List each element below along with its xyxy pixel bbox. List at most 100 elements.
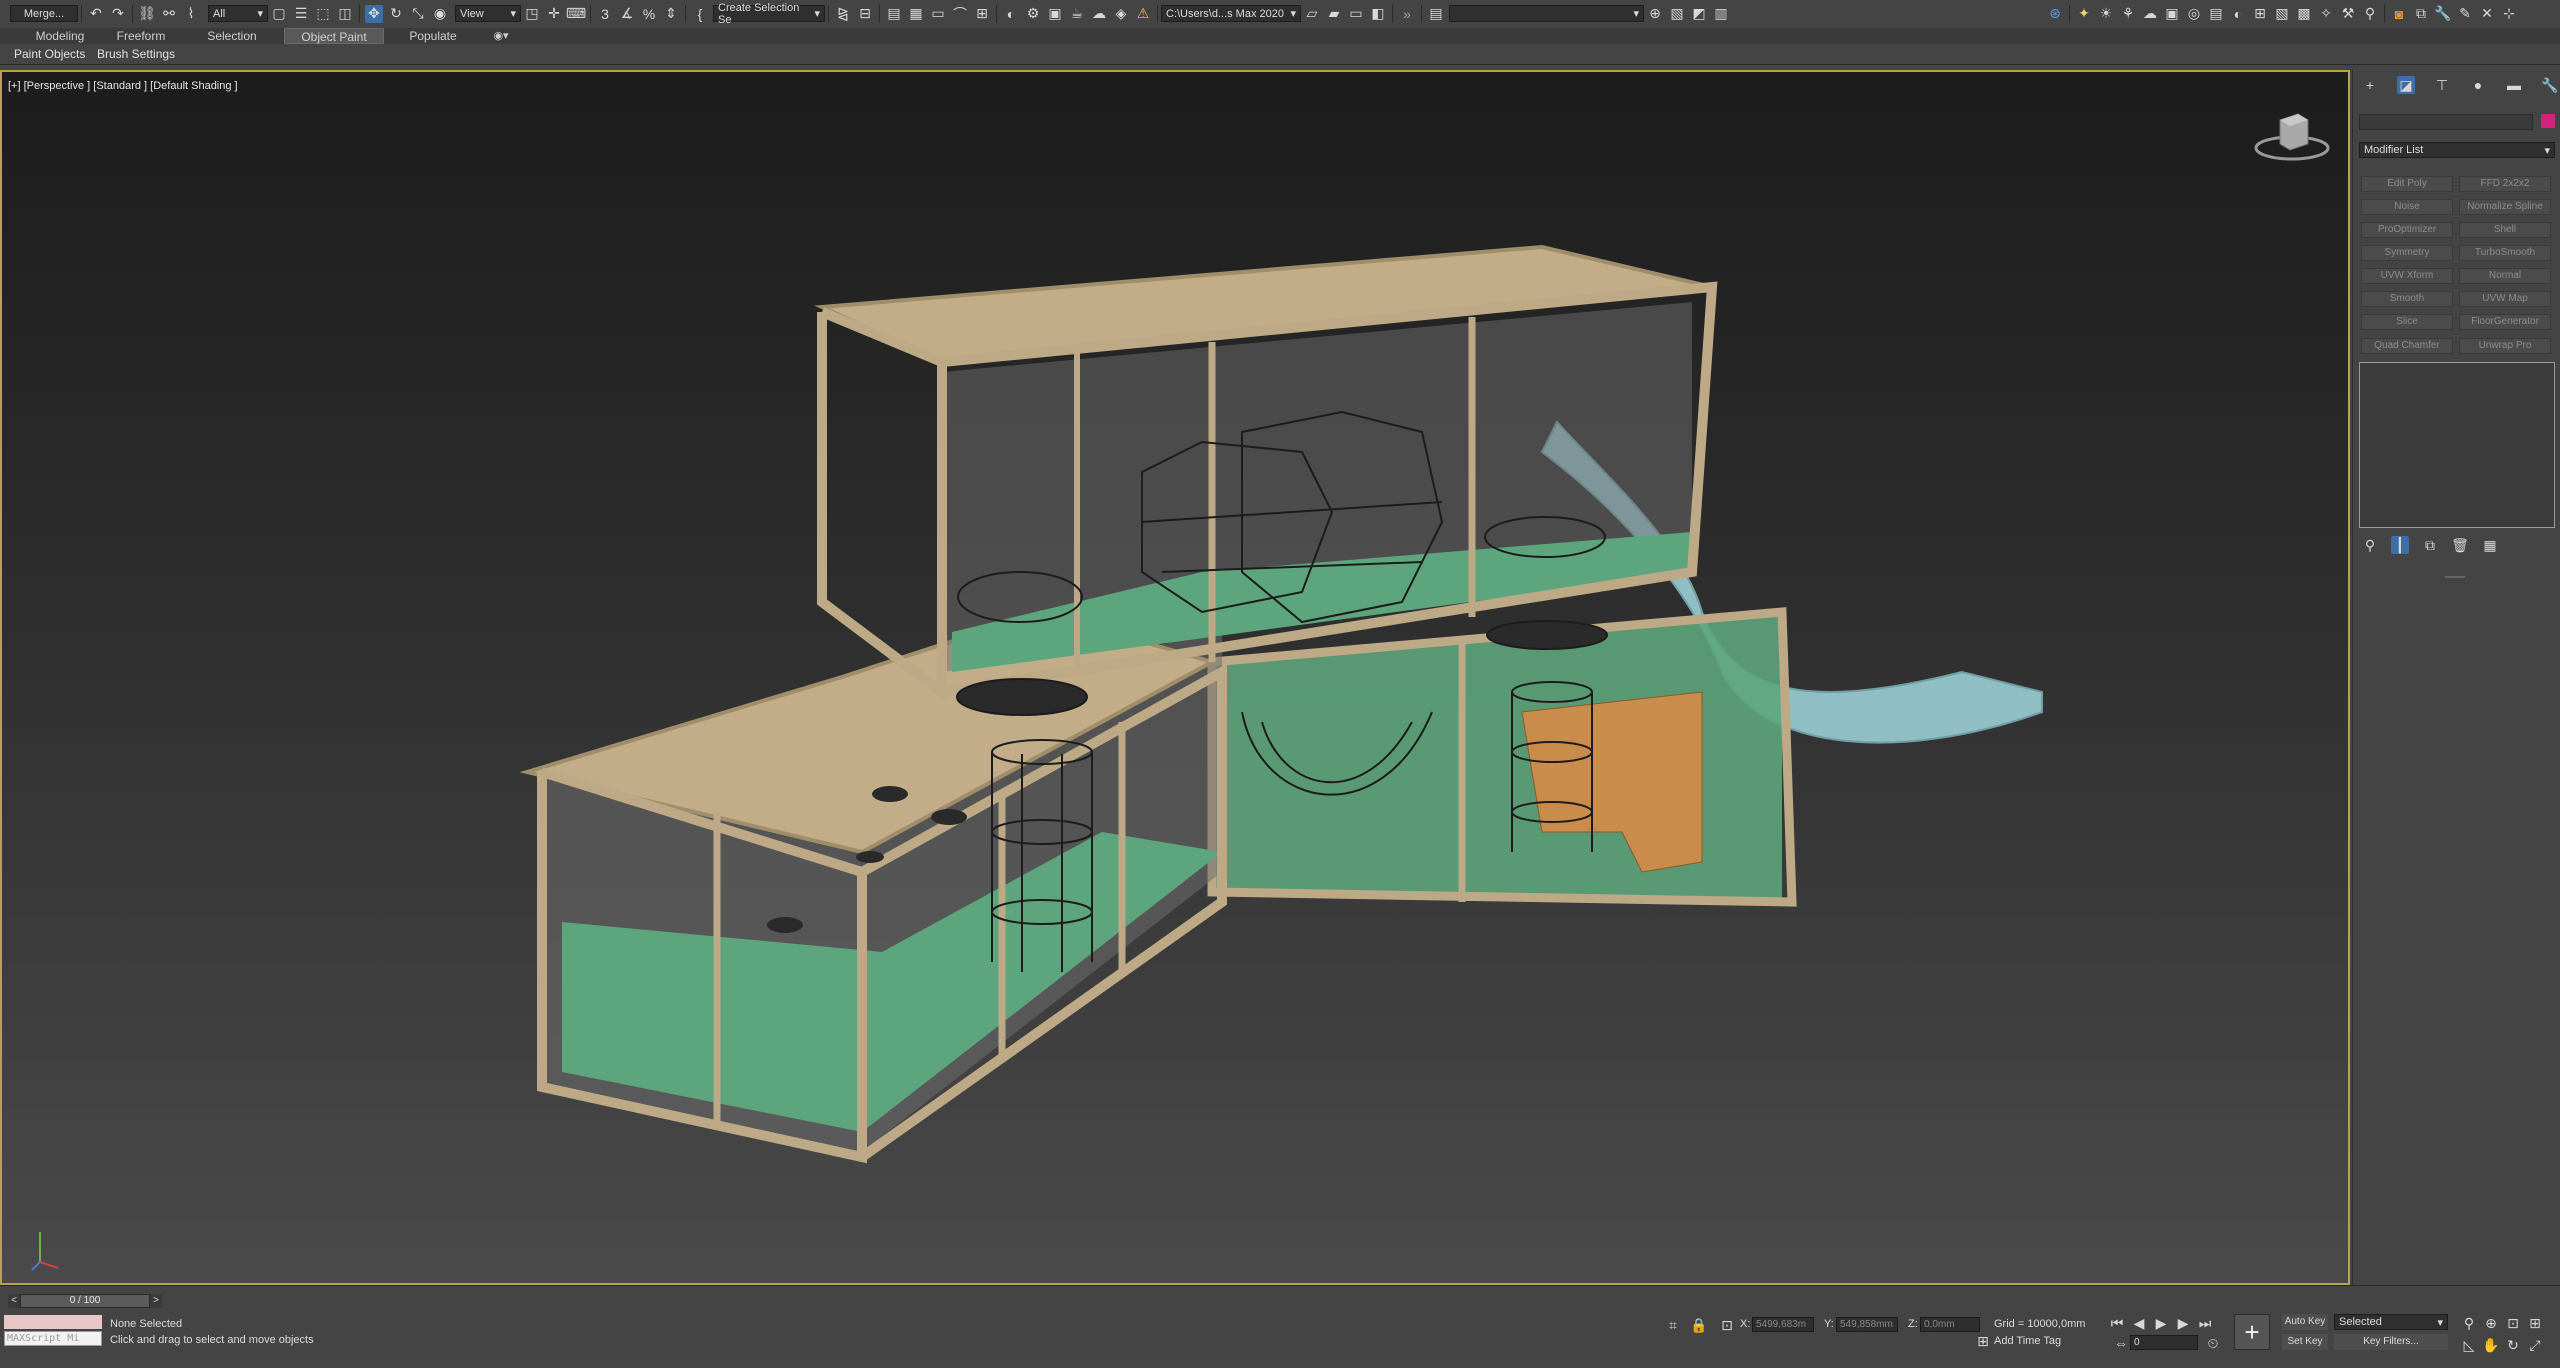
render-production-icon[interactable]: ☕: [1068, 5, 1086, 23]
modifier-uvw-map-button[interactable]: UVW Map: [2459, 291, 2551, 307]
plugin-icon[interactable]: ◩: [1690, 5, 1708, 23]
time-slider-prev[interactable]: <: [8, 1294, 20, 1308]
modifier-shell-button[interactable]: Shell: [2459, 222, 2551, 238]
next-frame-icon[interactable]: ▶: [2174, 1314, 2192, 1332]
set-key-button[interactable]: Set Key: [2282, 1334, 2328, 1350]
close-icon[interactable]: ✕: [2478, 5, 2496, 23]
zoom-extents-all-icon[interactable]: ⊞: [2526, 1314, 2544, 1332]
tab-object-paint[interactable]: Object Paint: [284, 28, 384, 44]
select-scale-icon[interactable]: ⤡: [409, 5, 427, 23]
utilities-tab-icon[interactable]: 🔧: [2541, 76, 2559, 94]
mirror-icon[interactable]: ⧎: [834, 5, 852, 23]
workspace-dropdown[interactable]: ▾: [1449, 5, 1644, 22]
modifier-prooptimizer-button[interactable]: ProOptimizer: [2361, 222, 2453, 238]
edit-named-selection-icon[interactable]: {: [691, 5, 709, 23]
unlink-icon[interactable]: ⚯: [160, 5, 178, 23]
show-end-result-icon[interactable]: ┃: [2391, 536, 2409, 554]
selection-filter-dropdown[interactable]: All ▾: [208, 5, 268, 22]
redo-icon[interactable]: ↷: [109, 5, 127, 23]
x-coord-field[interactable]: 5499,683m: [1752, 1317, 1814, 1332]
asset-tracking-icon[interactable]: ◧: [1369, 5, 1387, 23]
reference-coordinate-dropdown[interactable]: View ▾: [455, 5, 521, 22]
modifier-unwrap-pro-button[interactable]: Unwrap Pro: [2459, 338, 2551, 354]
create-tab-icon[interactable]: +: [2361, 76, 2379, 94]
maximize-viewport-icon[interactable]: ⤢: [2526, 1336, 2544, 1354]
project-path-dropdown[interactable]: C:\Users\d...s Max 2020 ▾: [1161, 5, 1301, 22]
perspective-viewport[interactable]: [+] [Perspective ] [Standard ] [Default …: [0, 70, 2350, 1285]
render-setup-icon[interactable]: ⚙: [1024, 5, 1042, 23]
viewport-layout-icon[interactable]: ▤: [2207, 5, 2225, 23]
current-frame-field[interactable]: 0: [2130, 1335, 2198, 1350]
modifier-symmetry-button[interactable]: Symmetry: [2361, 245, 2453, 261]
preview-icon[interactable]: ▩: [2295, 5, 2313, 23]
render-setup-alt-icon[interactable]: ⧉: [2412, 5, 2430, 23]
snapshot-icon[interactable]: ▧: [2273, 5, 2291, 23]
pick-icon[interactable]: ⊹: [2500, 5, 2518, 23]
help-icon[interactable]: ⊛: [2046, 5, 2064, 23]
rect-selection-region-icon[interactable]: ⬚: [314, 5, 332, 23]
select-by-name-icon[interactable]: ☰: [292, 5, 310, 23]
pin-stack-icon[interactable]: ⚲: [2361, 536, 2379, 554]
select-rotate-icon[interactable]: ↻: [387, 5, 405, 23]
object-color-swatch[interactable]: [2541, 114, 2555, 128]
open-folder-icon[interactable]: ▱: [1303, 5, 1321, 23]
material-editor-icon[interactable]: ◐: [1002, 5, 1020, 23]
orbit-icon[interactable]: ↻: [2504, 1336, 2522, 1354]
panel-paint-objects[interactable]: Paint Objects: [14, 46, 85, 62]
select-object-icon[interactable]: ▢: [270, 5, 288, 23]
set-keys-button[interactable]: +: [2234, 1314, 2270, 1350]
tab-modeling[interactable]: Modeling: [20, 28, 100, 44]
angle-snap-icon[interactable]: ∡: [618, 5, 636, 23]
time-slider-next[interactable]: >: [150, 1294, 162, 1308]
modifier-quad-chamfer-button[interactable]: Quad Chamfer: [2361, 338, 2453, 354]
modifier-edit-poly-button[interactable]: Edit Poly: [2361, 176, 2453, 192]
tab-freeform[interactable]: Freeform: [102, 28, 180, 44]
camera-icon[interactable]: ▧: [1668, 5, 1686, 23]
sun-icon[interactable]: ☀: [2097, 5, 2115, 23]
configure-modifier-sets-icon[interactable]: ▦: [2481, 536, 2499, 554]
auto-key-button[interactable]: Auto Key: [2282, 1314, 2328, 1330]
pivot-center-icon[interactable]: ◳: [523, 5, 541, 23]
tool-icon[interactable]: ⚒: [2339, 5, 2357, 23]
zoom-icon[interactable]: ⚲: [2460, 1314, 2478, 1332]
pan-view-icon[interactable]: ✋: [2482, 1336, 2500, 1354]
layer-explorer-icon[interactable]: ▦: [907, 5, 925, 23]
z-coord-field[interactable]: 0,0mm: [1920, 1317, 1980, 1332]
tab-populate[interactable]: Populate: [396, 28, 470, 44]
key-mode-dropdown[interactable]: Selected ▾: [2334, 1314, 2448, 1330]
sky-icon[interactable]: ☁: [2141, 5, 2159, 23]
ribbon-toggle-icon[interactable]: ▭: [929, 5, 947, 23]
tab-selection[interactable]: Selection: [192, 28, 272, 44]
warning-icon[interactable]: ⚠: [1134, 5, 1152, 23]
isolate-selection-icon[interactable]: ⌗: [1664, 1316, 1682, 1334]
align-icon[interactable]: ⊟: [856, 5, 874, 23]
previous-frame-icon[interactable]: ◀: [2130, 1314, 2148, 1332]
modifier-slice-button[interactable]: Slice: [2361, 314, 2453, 330]
snaps-toggle-icon[interactable]: 3: [596, 5, 614, 23]
y-coord-field[interactable]: 549,858mm: [1836, 1317, 1898, 1332]
go-to-end-icon[interactable]: ⏭: [2196, 1314, 2214, 1332]
key-filters-button[interactable]: Key Filters...: [2334, 1334, 2448, 1350]
select-manipulate-icon[interactable]: ✛: [545, 5, 563, 23]
script-icon[interactable]: ✎: [2456, 5, 2474, 23]
remove-modifier-icon[interactable]: 🗑: [2451, 536, 2469, 554]
material-ball-icon[interactable]: ◙: [2390, 5, 2408, 23]
modifier-turbosmooth-button[interactable]: TurboSmooth: [2459, 245, 2551, 261]
select-move-icon[interactable]: ✥: [365, 4, 383, 23]
workspace-icon[interactable]: ▤: [1427, 5, 1445, 23]
schematic-view-icon[interactable]: ⊞: [973, 5, 991, 23]
layers-icon[interactable]: ▥: [1712, 5, 1730, 23]
grid-icon[interactable]: ⊞: [2251, 5, 2269, 23]
merge-button[interactable]: Merge...: [10, 5, 78, 22]
curve-editor-icon[interactable]: ⌒: [951, 5, 969, 23]
wrench-icon[interactable]: 🔧: [2434, 5, 2452, 23]
daylight-icon[interactable]: ⚘: [2119, 5, 2137, 23]
display-tab-icon[interactable]: ▬: [2505, 76, 2523, 94]
scene-explorer-icon[interactable]: ▤: [885, 5, 903, 23]
maxscript-input[interactable]: MAXScript Mi: [4, 1331, 102, 1346]
select-place-icon[interactable]: ◉: [431, 5, 449, 23]
time-slider-thumb[interactable]: 0 / 100: [20, 1294, 150, 1308]
link-icon[interactable]: ⛓: [138, 5, 156, 23]
modify-tab-icon[interactable]: ◪: [2397, 76, 2415, 94]
pin-icon[interactable]: ⊕: [1646, 5, 1664, 23]
